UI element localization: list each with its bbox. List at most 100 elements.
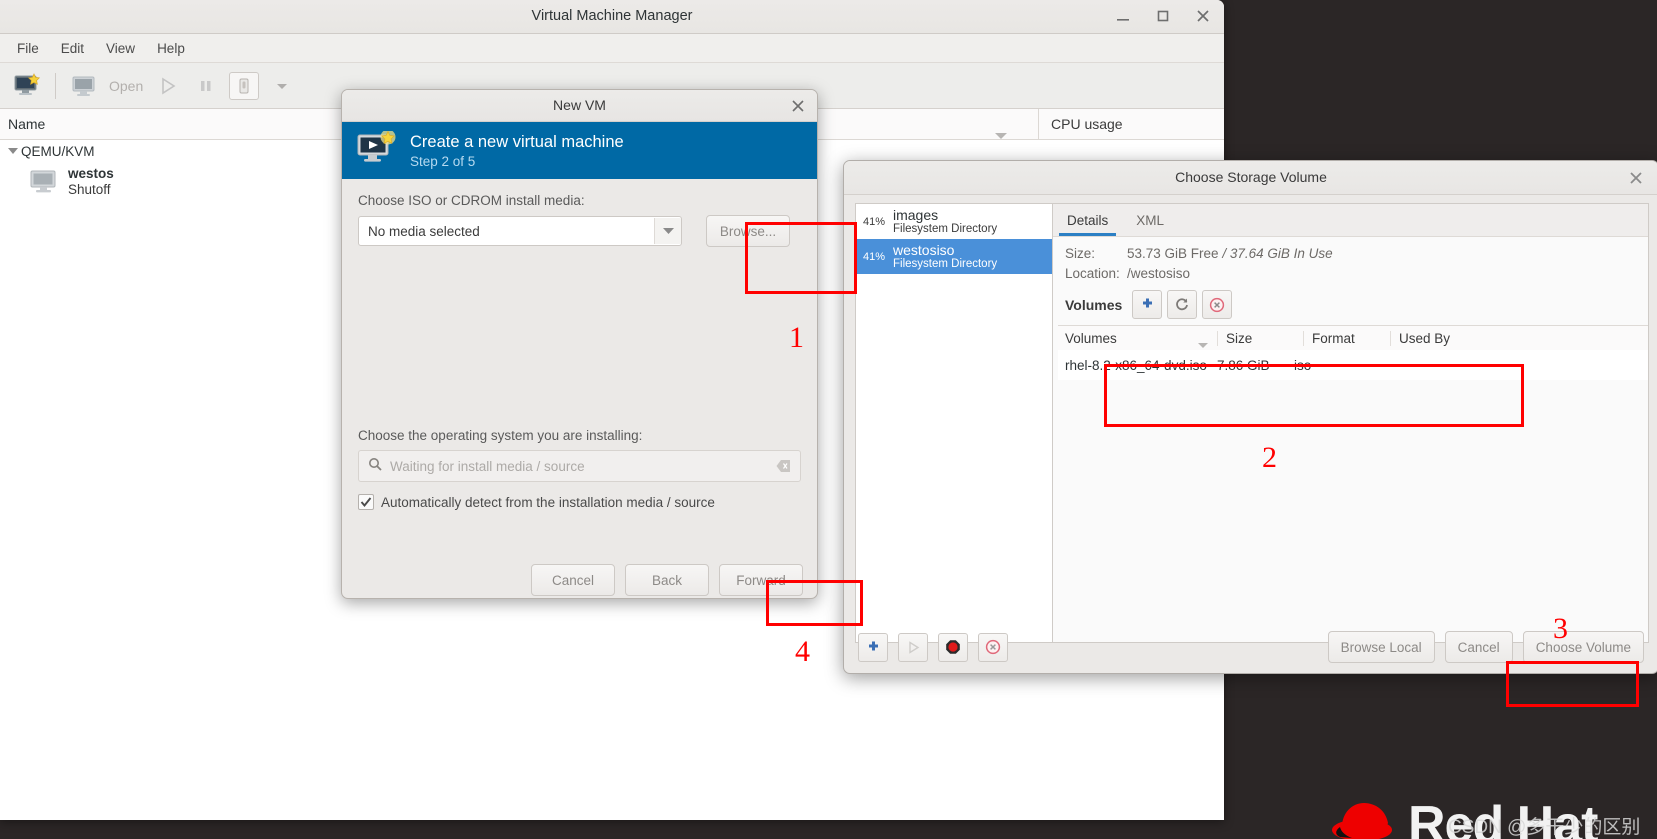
refresh-volume-icon bbox=[1176, 297, 1189, 310]
shutdown-icon bbox=[229, 71, 260, 100]
window-title: Virtual Machine Manager bbox=[531, 8, 693, 24]
search-icon bbox=[368, 457, 382, 476]
column-header-cpu[interactable]: CPU usage bbox=[1038, 109, 1224, 139]
stop-pool-button[interactable] bbox=[938, 632, 968, 662]
autodetect-checkbox[interactable] bbox=[358, 494, 374, 510]
autodetect-label: Automatically detect from the installati… bbox=[381, 494, 715, 510]
volumes-label: Volumes bbox=[1065, 296, 1123, 313]
menubar: File Edit View Help bbox=[0, 34, 1224, 63]
storage-titlebar: Choose Storage Volume bbox=[844, 161, 1657, 195]
stop-pool-icon bbox=[946, 640, 960, 654]
media-row: No media selected Browse... bbox=[358, 215, 801, 247]
toolbar-menu-button[interactable] bbox=[263, 68, 301, 104]
start-pool-button[interactable] bbox=[898, 632, 928, 662]
menu-edit[interactable]: Edit bbox=[52, 38, 93, 59]
media-combobox[interactable]: No media selected bbox=[358, 216, 682, 246]
run-button[interactable] bbox=[149, 68, 187, 104]
volume-table-row[interactable]: rhel-8.2-x86_64-dvd.iso 7.86 GiB iso bbox=[1058, 350, 1648, 380]
storage-dialog-buttons: Browse Local Cancel Choose Volume bbox=[1327, 631, 1644, 663]
pool-text: westosiso Filesystem Directory bbox=[893, 242, 997, 271]
add-pool-button[interactable] bbox=[858, 632, 888, 662]
storage-detail-pane: Details XML Size: 53.73 GiB Free / 37.64… bbox=[1052, 203, 1649, 643]
pool-actions bbox=[858, 632, 1013, 662]
storage-pool-list[interactable]: 41% images Filesystem Directory 41% west… bbox=[855, 203, 1052, 643]
cell-volume-name: rhel-8.2-x86_64-dvd.iso bbox=[1065, 357, 1207, 373]
cell-volume-format: iso bbox=[1294, 357, 1312, 373]
new-vm-title: New VM bbox=[553, 97, 606, 113]
pool-name: images bbox=[893, 206, 939, 223]
shutdown-button[interactable] bbox=[225, 68, 263, 104]
open-button[interactable] bbox=[65, 68, 103, 104]
column-header-name-label: Name bbox=[8, 116, 46, 132]
cancel-button[interactable]: Cancel bbox=[531, 564, 615, 596]
expander-icon[interactable] bbox=[5, 147, 21, 155]
maximize-icon[interactable] bbox=[1152, 5, 1174, 27]
new-vm-titlebar: New VM bbox=[342, 90, 817, 122]
delete-pool-button[interactable] bbox=[978, 632, 1008, 662]
vm-icon bbox=[26, 167, 62, 197]
vm-text: westos Shutoff bbox=[68, 166, 114, 198]
volumes-toolbar: Volumes bbox=[1053, 286, 1648, 325]
tab-details[interactable]: Details bbox=[1053, 204, 1122, 236]
clear-icon[interactable] bbox=[776, 459, 791, 478]
csdn-watermark: CSDN @多干少的区别 bbox=[1448, 817, 1641, 838]
col-size[interactable]: Size bbox=[1217, 330, 1303, 346]
pause-button[interactable] bbox=[187, 68, 225, 104]
pool-text: images Filesystem Directory bbox=[893, 207, 997, 236]
menu-view[interactable]: View bbox=[97, 38, 144, 59]
os-label: Choose the operating system you are inst… bbox=[358, 428, 643, 443]
new-vm-banner: Create a new virtual machine Step 2 of 5 bbox=[342, 122, 817, 179]
media-value: No media selected bbox=[368, 223, 480, 239]
monitor-icon bbox=[72, 76, 95, 96]
annotation-number-2: 2 bbox=[1262, 441, 1277, 474]
browse-button[interactable]: Browse... bbox=[706, 215, 790, 247]
screen: Red Hat CSDN @多干少的区别 Virtual Machine Man… bbox=[0, 0, 1657, 839]
storage-footer: Browse Local Cancel Choose Volume bbox=[844, 621, 1657, 673]
delete-volume-icon bbox=[1210, 297, 1225, 312]
os-search-input[interactable]: Waiting for install media / source bbox=[358, 450, 801, 482]
pool-name: westosiso bbox=[893, 241, 955, 258]
menu-file[interactable]: File bbox=[8, 38, 48, 59]
browse-local-button[interactable]: Browse Local bbox=[1327, 631, 1435, 663]
col-used-by[interactable]: Used By bbox=[1390, 330, 1648, 346]
new-vm-close-icon[interactable] bbox=[789, 97, 807, 115]
annotation-number-1: 1 bbox=[789, 321, 804, 354]
autodetect-row[interactable]: Automatically detect from the installati… bbox=[358, 494, 801, 510]
os-search-placeholder: Waiting for install media / source bbox=[390, 458, 585, 474]
storage-details: Size: 53.73 GiB Free / 37.64 GiB In Use … bbox=[1053, 237, 1648, 281]
storage-pool-item-images[interactable]: 41% images Filesystem Directory bbox=[856, 204, 1052, 239]
delete-volume-button[interactable] bbox=[1202, 290, 1233, 319]
back-button[interactable]: Back bbox=[625, 564, 709, 596]
col-volumes[interactable]: Volumes bbox=[1058, 331, 1217, 348]
new-vm-button[interactable] bbox=[8, 68, 46, 104]
size-row: Size: 53.73 GiB Free / 37.64 GiB In Use bbox=[1065, 246, 1648, 261]
choose-volume-button[interactable]: Choose Volume bbox=[1522, 631, 1644, 663]
storage-pool-item-westosiso[interactable]: 41% westosiso Filesystem Directory bbox=[856, 239, 1052, 274]
add-pool-icon bbox=[868, 641, 878, 650]
open-label: Open bbox=[109, 77, 144, 94]
play-icon bbox=[162, 77, 176, 94]
pool-type: Filesystem Directory bbox=[893, 257, 998, 270]
delete-pool-icon bbox=[985, 639, 1001, 655]
menu-help[interactable]: Help bbox=[148, 38, 194, 59]
forward-button[interactable]: Forward bbox=[719, 564, 803, 596]
minimize-icon[interactable] bbox=[1112, 5, 1134, 27]
tab-xml[interactable]: XML bbox=[1122, 204, 1178, 236]
size-free: 53.73 GiB Free bbox=[1127, 246, 1219, 261]
start-pool-icon bbox=[908, 640, 919, 654]
location-key: Location: bbox=[1065, 266, 1120, 281]
media-combobox-arrow-icon[interactable] bbox=[654, 218, 681, 244]
new-vm-body: Choose ISO or CDROM install media: No me… bbox=[342, 179, 817, 598]
storage-close-icon[interactable] bbox=[1628, 170, 1644, 191]
refresh-volume-button[interactable] bbox=[1167, 290, 1198, 319]
size-in-use: 37.64 GiB In Use bbox=[1229, 246, 1333, 261]
annotation-number-4: 4 bbox=[795, 635, 810, 668]
location-value: /westosiso bbox=[1127, 266, 1191, 281]
add-volume-button[interactable] bbox=[1132, 290, 1163, 319]
pool-percent: 41% bbox=[863, 215, 886, 228]
size-key: Size: bbox=[1065, 246, 1096, 261]
storage-cancel-button[interactable]: Cancel bbox=[1444, 631, 1513, 663]
col-format[interactable]: Format bbox=[1303, 330, 1390, 346]
banner-title: Create a new virtual machine bbox=[410, 132, 624, 151]
close-icon[interactable] bbox=[1192, 5, 1214, 27]
